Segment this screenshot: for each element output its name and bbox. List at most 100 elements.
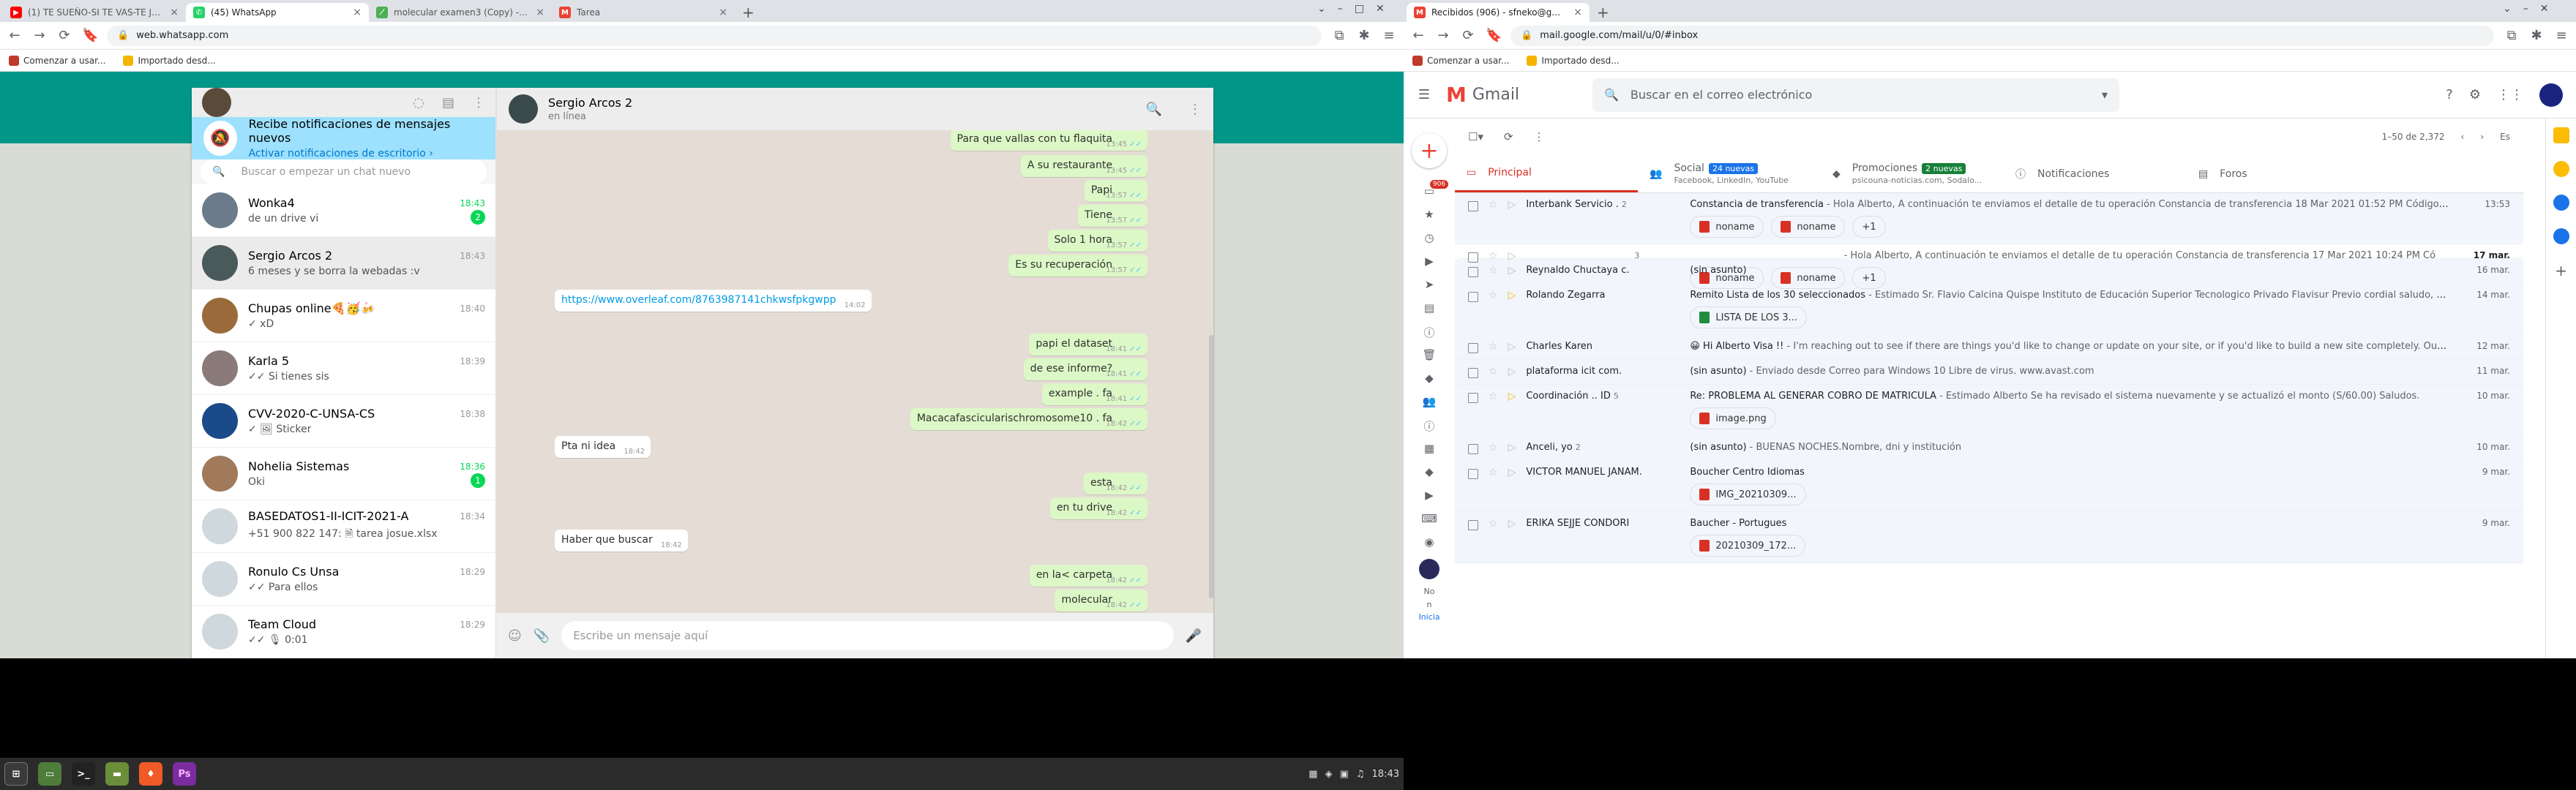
status-icon[interactable]: ◌ xyxy=(413,95,424,110)
account-avatar[interactable] xyxy=(2539,83,2563,107)
bookmark-icon[interactable]: 🔖 xyxy=(82,28,98,43)
label-icon[interactable]: ◆ xyxy=(1425,465,1434,483)
clock-icon[interactable]: ◷ xyxy=(1424,231,1434,249)
address-bar[interactable]: 🔒 mail.google.com/mail/u/0/#inbox xyxy=(1510,25,2494,46)
attachment-chip[interactable]: image.png xyxy=(1690,407,1776,429)
new-tab-button[interactable]: + xyxy=(1590,3,1617,22)
email-checkbox[interactable] xyxy=(1468,393,1478,403)
star-icon[interactable]: ☆ xyxy=(1489,199,1498,211)
email-checkbox[interactable] xyxy=(1468,292,1478,302)
search-icon[interactable]: 🔍 xyxy=(1146,102,1162,117)
contact-avatar[interactable] xyxy=(509,94,538,124)
important-marker-icon[interactable]: ▷ xyxy=(1508,366,1516,377)
new-tab-button[interactable]: + xyxy=(735,3,762,22)
chat-list-item[interactable]: BASEDATOS1-II-ICIT-2021-A 18:34 +51 900 82… xyxy=(192,500,495,553)
reload-icon[interactable]: ⟳ xyxy=(1461,28,1475,43)
refresh-icon[interactable]: ⟳ xyxy=(1504,130,1513,143)
keyboard-icon[interactable]: ⌨ xyxy=(1421,512,1437,530)
category-tab[interactable]: ◆ Promociones 2 nuevas psicouna-noticias.co… xyxy=(1821,155,2004,192)
important-marker-icon[interactable]: ▷ xyxy=(1508,442,1516,454)
browser-tab[interactable]: ⟋ molecular examen3 (Copy) - Online × xyxy=(369,3,552,22)
email-checkbox[interactable] xyxy=(1468,252,1478,263)
emoji-icon[interactable]: ☺ xyxy=(508,628,522,644)
attachment-chip[interactable]: LISTA DE LOS 3... xyxy=(1690,306,1808,328)
important-marker-icon[interactable]: ▷ xyxy=(1508,199,1516,211)
puzzle-icon[interactable]: ✱ xyxy=(2529,28,2544,43)
close-tab-icon[interactable]: × xyxy=(353,7,362,18)
close-tab-icon[interactable]: × xyxy=(536,7,544,18)
user-avatar[interactable] xyxy=(202,88,231,117)
bookmark-icon[interactable]: 🔖 xyxy=(1486,28,1502,43)
email-row[interactable]: ☆ ▷ Charles Karen 😀 Hi Alberto Visa !! - I'… xyxy=(1455,335,2523,360)
add-addon-icon[interactable]: + xyxy=(2555,262,2567,279)
back-icon[interactable]: ← xyxy=(7,28,22,43)
forward-icon[interactable]: → xyxy=(1436,28,1450,43)
menu-icon[interactable]: ≡ xyxy=(2554,28,2569,43)
tasks-icon[interactable] xyxy=(2553,195,2569,211)
notification-banner[interactable]: 🔕 Recibe notificaciones de mensajes nuev… xyxy=(192,117,495,159)
forward-icon[interactable]: → xyxy=(32,28,47,43)
help-icon[interactable]: ? xyxy=(2446,87,2453,102)
star-icon[interactable]: ☆ xyxy=(1489,290,1498,301)
category-tab[interactable]: ▤ Foros xyxy=(2187,155,2370,192)
star-icon[interactable]: ☆ xyxy=(1489,391,1498,402)
important-marker-icon[interactable]: ▷ xyxy=(1508,265,1516,276)
chevron-down-icon[interactable]: ⌄ xyxy=(1317,3,1326,15)
email-row[interactable]: ☆ ▷ Coordinación .. ID 5 Re: PROBLEMA AL GEN… xyxy=(1455,385,2523,436)
chat-list-item[interactable]: Wonka4 18:43 de un drive vi 2 xyxy=(192,184,495,237)
wifi-icon[interactable]: ◈ xyxy=(1325,769,1333,780)
keep-icon[interactable] xyxy=(2553,161,2569,177)
attachment-chip[interactable]: 20210309_172... xyxy=(1690,535,1806,557)
chat-list-item[interactable]: Team Cloud 18:29 ✓✓ 🎙 0:01 xyxy=(192,606,495,658)
video-icon[interactable]: ▶ xyxy=(1425,489,1434,506)
email-checkbox[interactable] xyxy=(1468,267,1478,277)
email-row[interactable]: ☆ ▷ Anceli, yo 2 (sin asunto) - BUENAS NOCHE… xyxy=(1455,436,2523,461)
browser-tab[interactable]: ✆ (45) WhatsApp × xyxy=(186,3,369,22)
attachment-chip[interactable]: noname xyxy=(1690,216,1764,238)
apps-grid-icon[interactable]: ⋮⋮ xyxy=(2497,87,2523,102)
menu-dots-icon[interactable]: ⋮ xyxy=(1188,102,1202,117)
email-checkbox[interactable] xyxy=(1468,343,1478,353)
contacts-icon[interactable] xyxy=(2553,228,2569,244)
important-marker-icon[interactable]: ▷ xyxy=(1508,250,1516,262)
star-icon[interactable]: ☆ xyxy=(1489,518,1498,530)
info-icon[interactable]: ⓘ xyxy=(1423,418,1434,436)
chat-list-item[interactable]: Ronulo Cs Unsa 18:29 ✓✓ Para ellos xyxy=(192,553,495,606)
close-button[interactable]: ✕ xyxy=(1376,3,1385,15)
bookmark-item[interactable]: Comenzar a usar... xyxy=(9,55,105,66)
puzzle-icon[interactable]: ✱ xyxy=(1357,28,1371,43)
chat-list-item[interactable]: Sergio Arcos 2 18:43 6 meses y se borra la… xyxy=(192,237,495,290)
star-icon[interactable]: ★ xyxy=(1424,208,1434,225)
trash-icon[interactable]: 🗑 xyxy=(1422,348,1436,366)
email-checkbox[interactable] xyxy=(1468,520,1478,530)
important-marker-icon[interactable]: ▷ xyxy=(1508,290,1516,301)
conversation-header[interactable]: Sergio Arcos 2 en línea 🔍 ⋮ xyxy=(496,88,1213,130)
hangouts-icon[interactable]: ◉ xyxy=(1424,535,1434,553)
hangouts-avatar[interactable] xyxy=(1419,559,1439,579)
message-link[interactable]: https://www.overleaf.com/8763987141chkws… xyxy=(561,294,836,306)
search-options-icon[interactable]: ▾ xyxy=(2102,88,2108,102)
notification-icon[interactable]: ▣ xyxy=(1340,769,1349,780)
important-marker-icon[interactable]: ▷ xyxy=(1508,391,1516,402)
menu-icon[interactable]: ≡ xyxy=(1382,28,1396,43)
files-icon[interactable]: ▭ xyxy=(38,762,61,786)
scrollbar[interactable] xyxy=(1209,335,1213,598)
minimize-button[interactable]: – xyxy=(1338,3,1343,15)
category-tab[interactable]: 👥 Social 24 nuevas Facebook, LinkedIn, YouT… xyxy=(1638,155,1821,192)
email-checkbox[interactable] xyxy=(1468,201,1478,211)
terminal-icon[interactable]: >_ xyxy=(72,762,95,786)
menu-start-icon[interactable]: ⊞ xyxy=(4,762,28,786)
clock[interactable]: 18:43 xyxy=(1372,769,1399,780)
menu-dots-icon[interactable]: ⋮ xyxy=(472,95,485,110)
chevron-down-icon[interactable]: ⌄ xyxy=(2503,3,2512,15)
chat-list-item[interactable]: Nohelia Sistemas 18:36 Oki 1 xyxy=(192,448,495,500)
calendar-icon[interactable] xyxy=(2553,127,2569,143)
attachment-chip[interactable]: noname xyxy=(1771,216,1846,238)
email-row[interactable]: ☆ ▷ Interbank Servicio . 3 Constancia de tra… xyxy=(1455,244,2523,289)
minimize-button[interactable]: – xyxy=(2523,3,2528,15)
maximize-button[interactable]: □ xyxy=(1355,3,1364,15)
star-icon[interactable]: ☆ xyxy=(1489,442,1498,454)
important-icon[interactable]: ▶ xyxy=(1425,255,1434,272)
chat-search-input[interactable]: 🔍 Buscar o empezar un chat nuevo xyxy=(201,159,487,184)
bookmark-folder[interactable]: Importado desd... xyxy=(123,55,216,66)
